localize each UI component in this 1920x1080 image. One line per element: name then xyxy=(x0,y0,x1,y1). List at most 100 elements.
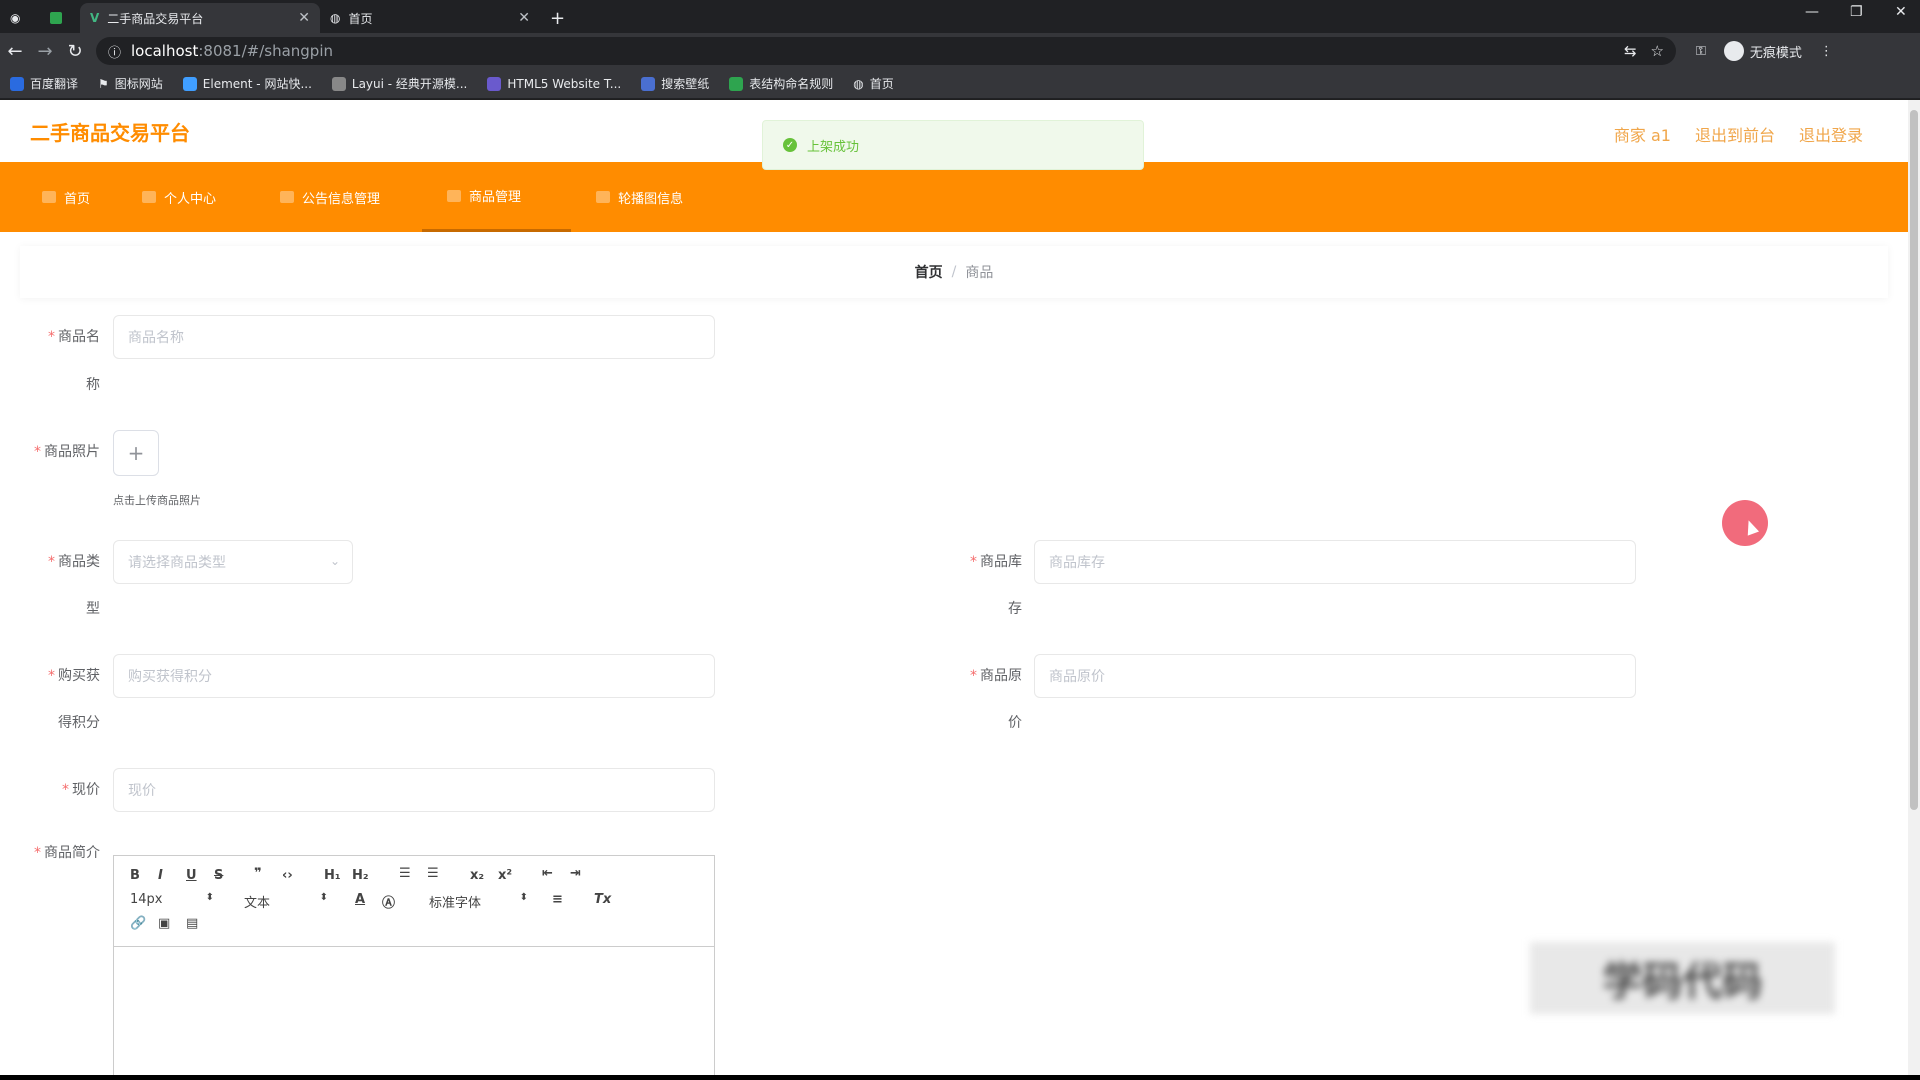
nav-label: 个人中心 xyxy=(164,191,217,207)
nav-item-profile[interactable]: 个人中心 xyxy=(112,162,238,232)
bookmark-icon xyxy=(487,76,502,91)
font-size-select[interactable]: 14px ⬍ xyxy=(130,892,214,907)
subscript-icon[interactable]: x₂ xyxy=(470,868,484,883)
breadcrumb-separator: / xyxy=(951,264,957,280)
close-icon[interactable]: ✕ xyxy=(518,10,530,26)
points-input[interactable]: 购买获得积分 xyxy=(113,654,715,698)
close-icon[interactable]: ✕ xyxy=(298,10,310,26)
background-color-icon[interactable]: Ⓐ xyxy=(382,892,395,911)
breadcrumb-home[interactable]: 首页 xyxy=(915,262,943,282)
strike-icon[interactable]: S xyxy=(214,868,223,883)
back-icon[interactable]: ← xyxy=(0,41,30,62)
ordered-list-icon[interactable]: ☰ xyxy=(399,866,411,881)
translate-icon[interactable]: ⇆ xyxy=(1624,42,1637,60)
type-label: * 商品类 xyxy=(48,554,100,570)
nav-label: 轮播图信息 xyxy=(618,191,684,207)
bookmark-label: 百度翻译 xyxy=(30,77,79,91)
link-icon[interactable]: 🔗 xyxy=(130,916,146,931)
nav-item-notice[interactable]: 公告信息管理 xyxy=(238,162,402,232)
name-input[interactable]: 商品名称 xyxy=(113,315,715,359)
url-path: :8081/#/shangpin xyxy=(198,42,334,60)
points-label: * 购买获 xyxy=(48,668,100,684)
bookmark-label: 图标网站 xyxy=(114,77,163,91)
main-nav: 首页 个人中心 公告信息管理 商品管理 轮播图信息 xyxy=(0,162,1908,232)
bookmark-item[interactable]: 百度翻译 xyxy=(10,75,78,92)
back-to-front-link[interactable]: 退出到前台 xyxy=(1695,122,1775,146)
nav-item-home[interactable]: 首页 xyxy=(20,162,112,232)
browser-toolbar: ← → ↻ ⓘ localhost:8081/#/shangpin ⇆ ☆ ⚿ … xyxy=(0,33,1920,69)
bookmark-icon xyxy=(10,76,24,91)
bookmark-icon xyxy=(331,76,346,91)
editor-content[interactable] xyxy=(114,947,714,1075)
bookmark-item[interactable]: 搜索壁纸 xyxy=(641,75,709,92)
logout-link[interactable]: 退出登录 xyxy=(1799,122,1863,146)
nav-item-goods[interactable]: 商品管理 xyxy=(422,162,572,232)
bookmark-item[interactable]: ⚑ 图标网站 xyxy=(98,75,163,92)
breadcrumb: 首页 / 商品 xyxy=(20,246,1888,298)
video-icon[interactable]: ▤ xyxy=(186,916,198,931)
bold-icon[interactable]: B xyxy=(130,868,140,883)
bookmarks-bar: 百度翻译 ⚑ 图标网站 Element - 网站快... Layui - 经典开源… xyxy=(0,69,1920,99)
stock-input[interactable]: 商品库存 xyxy=(1034,540,1636,584)
bookmark-item[interactable]: Layui - 经典开源模... xyxy=(331,75,468,92)
user-icon xyxy=(142,191,157,203)
italic-icon[interactable]: I xyxy=(158,868,163,883)
browser-menu-icon[interactable]: ◉ xyxy=(0,3,40,33)
page-scrollbar[interactable] xyxy=(1908,100,1920,1075)
chart-icon xyxy=(447,189,462,202)
key-icon[interactable]: ⚿ xyxy=(1696,44,1706,59)
bookmark-label: Layui - 经典开源模... xyxy=(351,77,468,91)
incognito-icon xyxy=(1723,41,1744,61)
quote-icon[interactable]: ❞ xyxy=(254,866,262,881)
incognito-badge[interactable]: 无痕模式 xyxy=(1723,41,1802,61)
align-icon[interactable]: ≡ xyxy=(552,892,563,907)
more-icon[interactable]: ⋮ xyxy=(1820,44,1833,59)
outdent-icon[interactable]: ⇤ xyxy=(542,866,553,881)
type-placeholder: 请选择商品类型 xyxy=(128,555,226,571)
globe-icon: ◍ xyxy=(853,76,864,91)
bookmark-item[interactable]: Element - 网站快... xyxy=(182,75,312,92)
nav-item-carousel[interactable]: 轮播图信息 xyxy=(571,162,705,232)
incognito-label: 无痕模式 xyxy=(1749,45,1802,61)
upload-plus-icon[interactable]: + xyxy=(113,430,159,476)
url-host: localhost xyxy=(131,42,199,60)
underline-icon[interactable]: U xyxy=(186,868,197,883)
text-type-select[interactable]: 文本 ⬍ xyxy=(244,892,328,911)
font-family-select[interactable]: 标准字体 ⬍ xyxy=(429,892,528,911)
new-tab-button[interactable]: + xyxy=(540,3,570,33)
clear-format-icon[interactable]: Tx xyxy=(594,892,611,907)
bullet-list-icon[interactable]: ☰ xyxy=(427,866,439,881)
nav-label: 商品管理 xyxy=(469,190,522,205)
indent-icon[interactable]: ⇥ xyxy=(570,866,581,881)
heading1-icon[interactable]: H₁ xyxy=(324,868,341,883)
price-input[interactable]: 现价 xyxy=(113,768,715,812)
type-label-cont: 型 xyxy=(86,601,100,617)
restore-icon[interactable]: ❐ xyxy=(1850,4,1863,20)
bookmark-label: 表结构命名规则 xyxy=(749,77,834,91)
window-close-icon[interactable]: ✕ xyxy=(1895,4,1907,20)
code-icon[interactable]: ‹› xyxy=(282,868,293,883)
star-icon[interactable]: ☆ xyxy=(1651,42,1664,60)
site-logo[interactable]: 二手商品交易平台 xyxy=(30,117,190,146)
type-select[interactable]: 请选择商品类型 ⌄ xyxy=(113,540,353,584)
reload-icon[interactable]: ↻ xyxy=(60,41,90,62)
bookmark-item[interactable]: ◍ 首页 xyxy=(853,75,894,92)
scrollbar-thumb[interactable] xyxy=(1910,110,1918,810)
bookmark-item[interactable]: HTML5 Website T... xyxy=(487,76,621,91)
font-color-icon[interactable]: A xyxy=(355,892,365,907)
flag-icon: ⚑ xyxy=(98,76,109,91)
image-icon[interactable]: ▣ xyxy=(158,916,170,931)
address-bar[interactable]: ⓘ localhost:8081/#/shangpin ⇆ ☆ xyxy=(96,37,1676,65)
orig-price-input[interactable]: 商品原价 xyxy=(1034,654,1636,698)
superscript-icon[interactable]: x² xyxy=(498,868,512,883)
tab-home[interactable]: ◍ 首页 ✕ xyxy=(320,3,540,33)
forward-icon[interactable]: → xyxy=(30,41,60,62)
stock-label: * 商品库 xyxy=(970,554,1022,570)
heading2-icon[interactable]: H₂ xyxy=(352,868,369,883)
minimize-icon[interactable]: — xyxy=(1805,4,1819,20)
tab-favicon-icon[interactable] xyxy=(40,3,80,33)
upload-tip: 点击上传商品照片 xyxy=(113,494,201,507)
bookmark-item[interactable]: 表结构命名规则 xyxy=(729,75,833,92)
nav-label: 公告信息管理 xyxy=(302,191,381,207)
tab-platform[interactable]: V 二手商品交易平台 ✕ xyxy=(80,3,320,33)
